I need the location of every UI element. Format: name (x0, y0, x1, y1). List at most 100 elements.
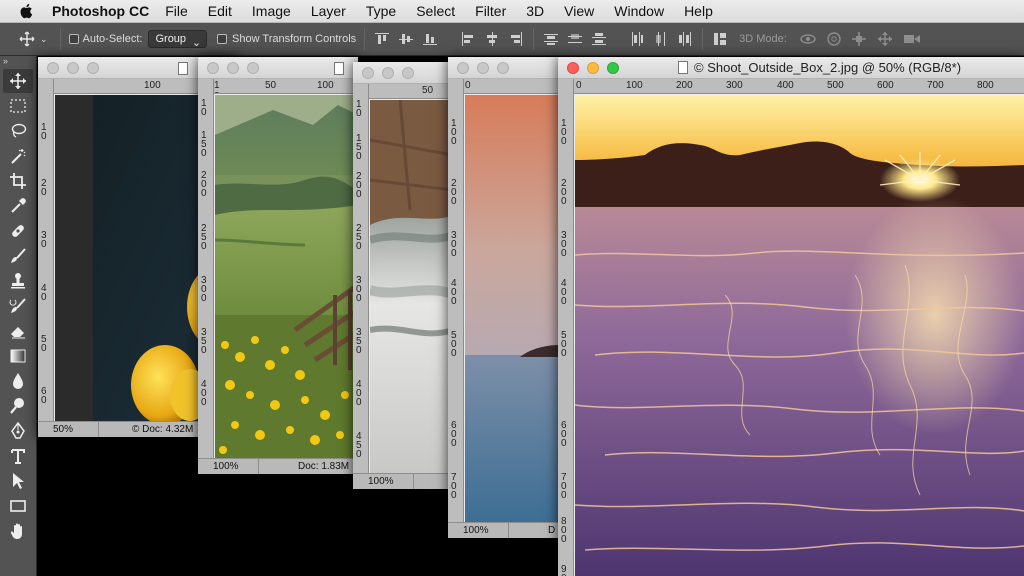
zoom-icon[interactable] (607, 62, 619, 74)
document-size[interactable]: D (548, 525, 555, 536)
distribute-right-icon[interactable] (678, 32, 692, 46)
zoom-icon[interactable] (87, 62, 99, 74)
move-tool-preset-icon[interactable] (18, 30, 36, 48)
healing-brush-tool[interactable] (3, 219, 33, 243)
align-bottom-icon[interactable] (423, 32, 438, 46)
history-brush-tool[interactable] (3, 294, 33, 318)
align-top-icon[interactable] (375, 32, 390, 46)
align-right-icon[interactable] (509, 32, 523, 46)
document-window-4[interactable]: 0 100 200 300 400 500 600 700 100% D (448, 57, 560, 538)
menu-help[interactable]: Help (684, 3, 713, 19)
zoom-icon[interactable] (247, 62, 259, 74)
3d-pan-icon[interactable] (851, 31, 867, 47)
document-icon (678, 61, 688, 74)
document-canvas[interactable] (215, 95, 358, 458)
menu-edit[interactable]: Edit (208, 3, 232, 19)
ruler-label: 150 (356, 133, 362, 162)
minimize-icon[interactable] (67, 62, 79, 74)
horizontal-ruler: 0 (464, 79, 560, 94)
align-left-icon[interactable] (461, 32, 475, 46)
magic-wand-tool[interactable] (3, 144, 33, 168)
menu-select[interactable]: Select (416, 3, 455, 19)
document-size[interactable]: Doc: 1.83M (298, 461, 349, 472)
rectangle-tool[interactable] (3, 494, 33, 518)
document-window-2[interactable]: 10 50 100 10 150 200 250 300 350 400 (198, 57, 358, 474)
close-icon[interactable] (567, 62, 579, 74)
menu-view[interactable]: View (564, 3, 594, 19)
3d-slide-icon[interactable] (876, 31, 894, 47)
distribute-vertical-center-icon[interactable] (568, 32, 583, 46)
zoom-level[interactable]: 50% (53, 424, 73, 435)
minimize-icon[interactable] (227, 62, 239, 74)
app-menu[interactable]: Photoshop CC (52, 3, 149, 19)
distribute-left-icon[interactable] (630, 32, 644, 46)
clone-stamp-tool[interactable] (3, 269, 33, 293)
document-canvas[interactable] (575, 95, 1024, 576)
document-canvas[interactable] (370, 100, 453, 473)
distribute-horizontal-center-icon[interactable] (654, 32, 668, 46)
zoom-level[interactable]: 100% (463, 525, 489, 536)
lasso-tool[interactable] (3, 119, 33, 143)
close-icon[interactable] (457, 62, 469, 74)
arrow-cursor-icon (13, 473, 24, 489)
move-icon (10, 73, 26, 89)
zoom-icon[interactable] (497, 62, 509, 74)
type-tool[interactable] (3, 444, 33, 468)
menu-image[interactable]: Image (252, 3, 291, 19)
3d-roll-icon[interactable] (826, 31, 842, 47)
hand-tool[interactable] (3, 519, 33, 543)
document-window-active[interactable]: © Shoot_Outside_Box_2.jpg @ 50% (RGB/8*)… (558, 57, 1024, 576)
eyedropper-tool[interactable] (3, 194, 33, 218)
gradient-tool[interactable] (3, 344, 33, 368)
align-vertical-center-icon[interactable] (399, 32, 414, 46)
document-title: © Shoot_Outside_Box_2.jpg @ 50% (RGB/8*) (678, 60, 961, 75)
auto-align-layers-icon[interactable] (713, 32, 727, 46)
path-selection-tool[interactable] (3, 469, 33, 493)
bandage-icon (12, 225, 24, 237)
pen-tool[interactable] (3, 419, 33, 443)
auto-select-checkbox[interactable] (68, 34, 79, 44)
close-icon[interactable] (362, 67, 374, 79)
menu-type[interactable]: Type (366, 3, 396, 19)
menu-window[interactable]: Window (614, 3, 664, 19)
show-transform-checkbox[interactable] (217, 34, 228, 44)
crop-tool[interactable] (3, 169, 33, 193)
minimize-icon[interactable] (382, 67, 394, 79)
document-titlebar[interactable]: © Shoot_Outside_Box_2.jpg @ 50% (RGB/8*) (558, 57, 1024, 79)
zoom-icon[interactable] (402, 67, 414, 79)
ruler-label: 10 (41, 122, 47, 142)
apple-logo-icon[interactable] (18, 2, 36, 20)
eraser-tool[interactable] (3, 319, 33, 343)
marquee-tool[interactable] (3, 94, 33, 118)
document-titlebar[interactable] (353, 62, 453, 84)
gradient-icon (10, 349, 26, 363)
menu-layer[interactable]: Layer (311, 3, 346, 19)
close-icon[interactable] (207, 62, 219, 74)
auto-select-dropdown[interactable]: Group ⌄ (148, 30, 208, 49)
blur-tool[interactable] (3, 369, 33, 393)
ruler-label: 500 (827, 80, 844, 91)
document-titlebar[interactable] (448, 57, 560, 79)
3d-scale-icon[interactable] (903, 32, 921, 46)
brush-tool[interactable] (3, 244, 33, 268)
zoom-level[interactable]: 100% (213, 461, 239, 472)
menu-file[interactable]: File (165, 3, 188, 19)
distribute-bottom-icon[interactable] (592, 32, 607, 46)
document-size[interactable]: © Doc: 4.32M (132, 424, 193, 435)
dodge-tool[interactable] (3, 394, 33, 418)
chevron-down-icon[interactable]: ⌄ (40, 34, 48, 45)
close-icon[interactable] (47, 62, 59, 74)
align-horizontal-center-icon[interactable] (485, 32, 499, 46)
menu-filter[interactable]: Filter (475, 3, 506, 19)
document-canvas[interactable] (465, 95, 560, 522)
3d-orbit-icon[interactable] (799, 32, 817, 46)
menu-3d[interactable]: 3D (526, 3, 544, 19)
document-window-3[interactable]: 50 10 150 200 250 300 350 400 450 100% (353, 62, 453, 489)
zoom-level[interactable]: 100% (368, 476, 394, 487)
panel-collapse-icon[interactable]: » (0, 56, 36, 68)
document-titlebar[interactable] (198, 57, 358, 79)
move-tool[interactable] (3, 69, 33, 93)
distribute-top-icon[interactable] (544, 32, 559, 46)
minimize-icon[interactable] (587, 62, 599, 74)
minimize-icon[interactable] (477, 62, 489, 74)
